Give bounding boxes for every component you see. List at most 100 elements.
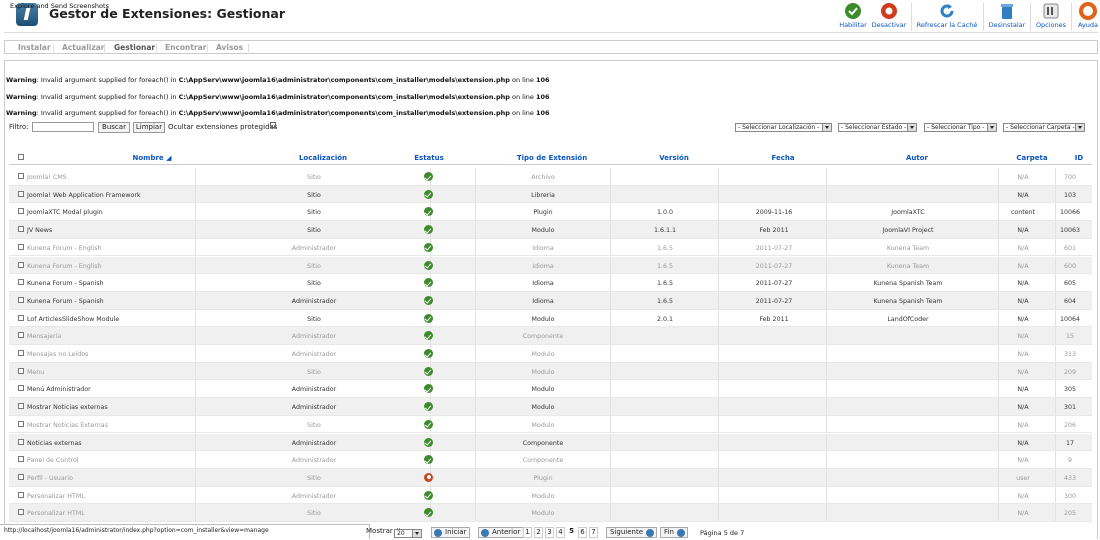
tab-instalar[interactable]: Instalar: [18, 43, 51, 52]
cell-nombre[interactable]: Joomla! Web Application Framework: [27, 192, 141, 199]
row-checkbox[interactable]: [18, 456, 24, 463]
check-circle-icon[interactable]: [424, 437, 433, 447]
check-circle-icon[interactable]: [424, 349, 433, 358]
cell-nombre[interactable]: Noticias externas: [27, 440, 82, 447]
column-carpeta[interactable]: Carpeta: [1016, 154, 1047, 162]
check-circle-icon[interactable]: [424, 402, 433, 412]
cell-nombre[interactable]: Menú Administrador: [27, 386, 91, 393]
iniciar-button[interactable]: Iniciar: [431, 527, 471, 538]
cell-nombre[interactable]: Mostrar Noticias Externas: [27, 422, 108, 429]
cell-nombre[interactable]: Lof ArticlesSlideShow Module: [27, 316, 119, 323]
disabled-circle-icon[interactable]: [424, 472, 433, 482]
cell-nombre[interactable]: JoomlaXTC Modal plugin: [27, 209, 103, 216]
cell-nombre[interactable]: Mostrar Noticias externas: [27, 404, 108, 411]
check-circle-icon[interactable]: [424, 366, 433, 376]
cell-nombre[interactable]: JV News: [27, 227, 52, 234]
cell-nombre[interactable]: Kunena Forum - English: [27, 245, 102, 252]
siguiente-button[interactable]: Siguiente: [606, 527, 658, 538]
filter-input[interactable]: [32, 122, 94, 132]
check-circle-icon[interactable]: [424, 331, 433, 341]
select-carpeta[interactable]: - Seleccionar Carpeta -: [1003, 123, 1085, 132]
row-checkbox[interactable]: [18, 173, 24, 179]
column-tipo[interactable]: Tipo de Extensión: [517, 154, 587, 162]
row-checkbox[interactable]: [18, 491, 24, 498]
warning-message: Warning: Invalid argument supplied for f…: [6, 76, 550, 84]
cell-nombre[interactable]: Panel de Control: [27, 457, 79, 464]
check-circle-icon[interactable]: [424, 225, 433, 235]
check-circle-icon[interactable]: [424, 313, 433, 323]
check-circle-icon[interactable]: [424, 419, 433, 429]
check-circle-icon[interactable]: [424, 242, 433, 252]
cell-nombre[interactable]: Personalizar HTML: [27, 510, 85, 517]
cell-nombre[interactable]: Kunena Forum - Spanish: [27, 280, 104, 287]
page-number[interactable]: 3: [545, 527, 554, 538]
row-checkbox[interactable]: [18, 279, 24, 286]
column-nombre[interactable]: Nombre ◢: [133, 154, 172, 162]
column-estatus[interactable]: Estatus: [414, 154, 444, 162]
row-checkbox[interactable]: [18, 314, 24, 321]
cell-nombre[interactable]: Menu: [27, 369, 44, 376]
check-circle-icon[interactable]: [424, 189, 433, 199]
page-number[interactable]: 6: [578, 527, 587, 538]
limit-select[interactable]: 20: [394, 529, 422, 538]
check-circle-icon[interactable]: [424, 384, 433, 394]
hide-protected-checkbox[interactable]: [270, 122, 276, 128]
fin-button[interactable]: Fin: [660, 527, 688, 538]
row-checkbox[interactable]: [18, 385, 24, 392]
select-tipo[interactable]: - Seleccionar Tipo -: [924, 123, 997, 132]
tab-actualizar[interactable]: Actualizar: [62, 43, 105, 52]
row-checkbox[interactable]: [18, 473, 24, 480]
check-circle-icon[interactable]: [424, 295, 433, 305]
desactivar-button[interactable]: Desactivar: [870, 0, 908, 33]
check-circle-icon[interactable]: [424, 490, 433, 500]
page-number[interactable]: 1: [523, 527, 532, 538]
refrescar-cache-button[interactable]: Refrescar la Caché: [914, 0, 980, 33]
cell-nombre[interactable]: Joomla! CMS: [27, 174, 67, 181]
row-checkbox[interactable]: [18, 226, 24, 233]
page-number[interactable]: 7: [589, 527, 598, 538]
check-circle-icon[interactable]: [424, 455, 433, 465]
row-checkbox[interactable]: [18, 190, 24, 197]
cell-nombre[interactable]: Personalizar HTML: [27, 493, 85, 500]
row-checkbox[interactable]: [18, 438, 24, 445]
row-checkbox[interactable]: [18, 296, 24, 303]
page-number[interactable]: 4: [556, 527, 565, 538]
tab-avisos[interactable]: Avisos: [216, 43, 243, 52]
check-circle-icon[interactable]: [424, 508, 433, 518]
column-id[interactable]: ID: [1075, 154, 1083, 162]
anterior-button[interactable]: Anterior: [478, 527, 525, 538]
row-checkbox[interactable]: [18, 509, 24, 516]
row-checkbox[interactable]: [18, 367, 24, 374]
row-checkbox[interactable]: [18, 403, 24, 410]
row-checkbox[interactable]: [18, 243, 24, 250]
cell-nombre[interactable]: Perfil - Usuario: [27, 475, 73, 482]
row-checkbox[interactable]: [18, 261, 24, 268]
check-circle-icon[interactable]: [424, 260, 433, 270]
column-divider: [610, 415, 611, 433]
select-localizacion[interactable]: - Seleccionar Localización -: [735, 123, 832, 132]
tab-encontrar[interactable]: Encontrar: [165, 43, 206, 52]
row-checkbox[interactable]: [18, 420, 24, 427]
row-checkbox[interactable]: [18, 332, 24, 339]
page-number[interactable]: 2: [534, 527, 543, 538]
limpiar-button[interactable]: Limpiar: [133, 122, 165, 133]
sort-icon: ◢: [166, 154, 172, 162]
check-circle-icon[interactable]: [424, 172, 433, 181]
cell-nombre[interactable]: Kunena Forum - Spanish: [27, 298, 104, 305]
habilitar-button[interactable]: Habilitar: [836, 0, 870, 33]
cell-nombre[interactable]: Kunena Forum - English: [27, 263, 102, 270]
check-circle-icon[interactable]: [424, 207, 433, 217]
check-circle-icon[interactable]: [424, 278, 433, 288]
tab-gestionar[interactable]: Gestionar: [114, 43, 155, 52]
column-localizacion[interactable]: Localización: [299, 154, 347, 162]
cell-nombre[interactable]: Mensajes no Leídos: [27, 351, 88, 358]
opciones-button[interactable]: Opciones: [1033, 0, 1069, 33]
select-estado[interactable]: - Seleccionar Estado -: [838, 123, 917, 132]
desinstalar-button[interactable]: Desinstalar: [986, 0, 1028, 33]
buscar-button[interactable]: Buscar: [98, 122, 130, 133]
ayuda-button[interactable]: Ayuda: [1074, 0, 1100, 33]
row-checkbox[interactable]: [18, 350, 24, 356]
cell-nombre[interactable]: Mensajería: [27, 333, 61, 340]
row-checkbox[interactable]: [18, 208, 24, 215]
select-all-checkbox[interactable]: [18, 154, 24, 160]
